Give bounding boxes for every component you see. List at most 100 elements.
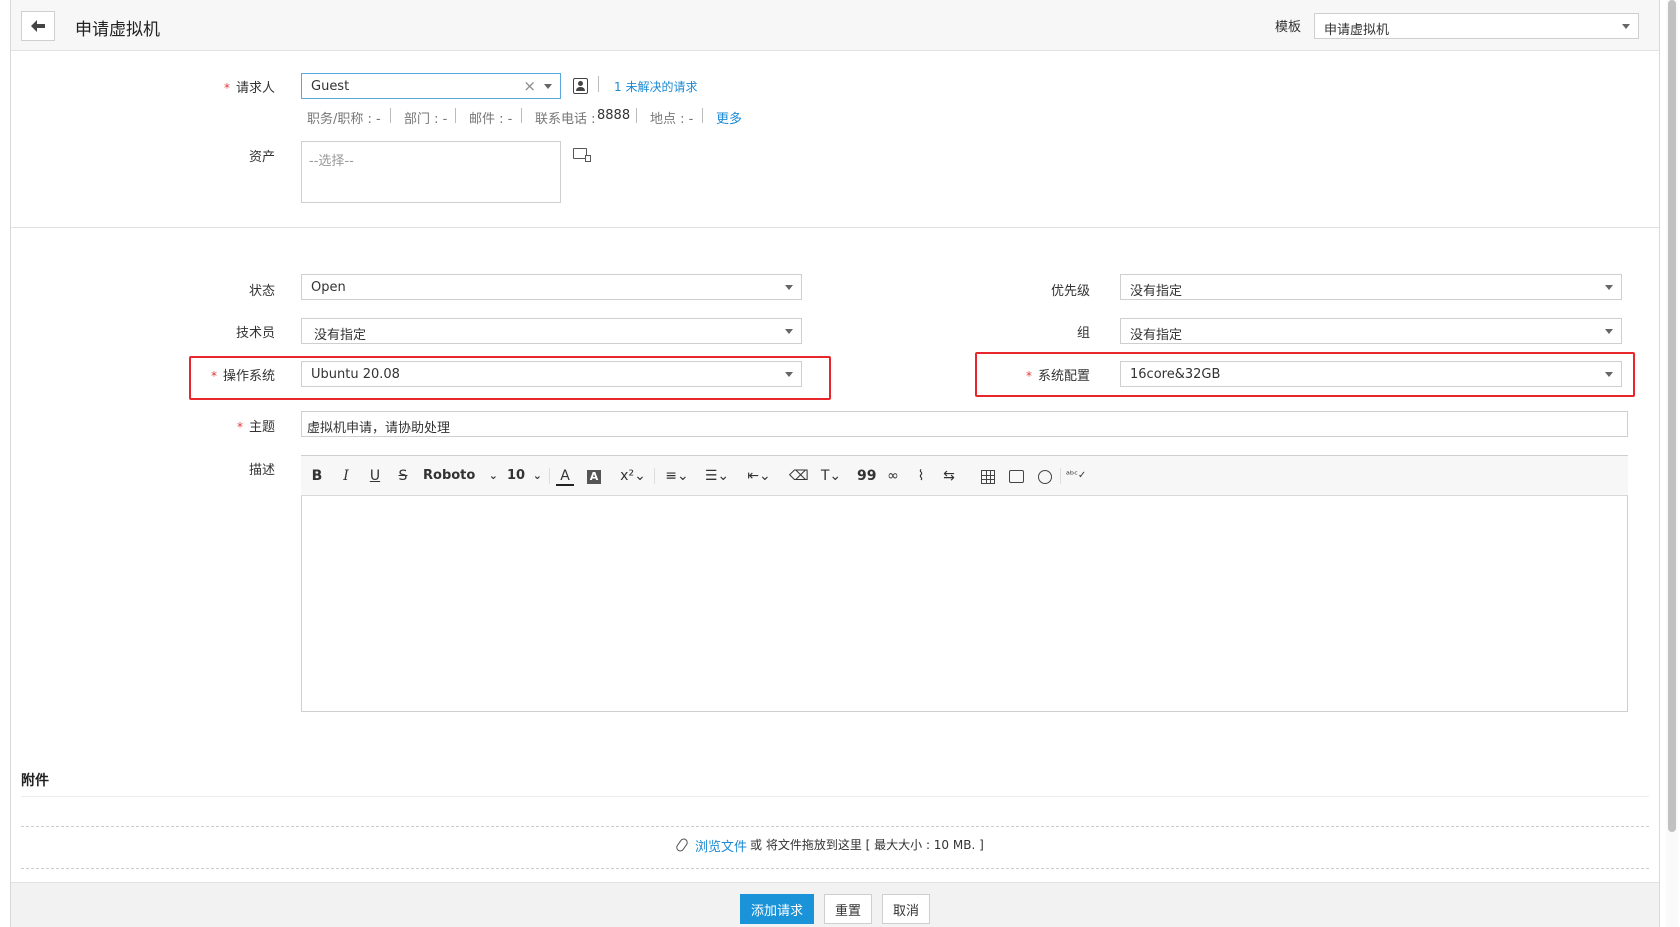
os-select[interactable]: Ubuntu 20.08 (301, 361, 802, 387)
quote-icon[interactable]: 99 (857, 466, 876, 486)
technician-value: 没有指定 (314, 328, 367, 343)
required-mark: * (1025, 369, 1032, 383)
required-mark: * (223, 81, 230, 95)
superscript-icon[interactable]: x²⌄ (616, 466, 650, 486)
chevron-down-icon (1605, 372, 1613, 377)
separator (455, 108, 456, 123)
asset-field[interactable]: --选择-- (301, 141, 561, 203)
priority-value: 没有指定 (1130, 284, 1183, 299)
status-label: 状态 (248, 284, 275, 299)
table-icon[interactable] (981, 470, 995, 484)
separator (521, 108, 522, 123)
group-label: 组 (1076, 326, 1090, 341)
separator (549, 468, 550, 484)
subject-value: 虚拟机申请，请协助处理 (307, 421, 451, 436)
meta-location: 地点 : - (650, 112, 694, 127)
font-size-select[interactable]: 10 ⌄ (504, 466, 542, 486)
spellcheck-icon[interactable]: ᵃᵇᶜ✓ (1066, 466, 1086, 486)
asset-label: 资产 (248, 150, 275, 165)
reset-button[interactable]: 重置 (824, 894, 872, 924)
chevron-down-icon (785, 285, 793, 290)
config-label: * 系统配置 (1025, 369, 1090, 384)
indent-icon[interactable]: ⇤⌄ (743, 466, 775, 486)
background-color-icon[interactable]: A (586, 466, 602, 486)
font-family-value: Roboto (423, 468, 476, 483)
contact-card-icon[interactable] (573, 78, 588, 94)
chevron-down-icon (785, 372, 793, 377)
subject-label: * 主题 (236, 420, 275, 435)
meta-dept: 部门 : - (404, 112, 448, 127)
clear-format-icon[interactable]: T⌄ (815, 466, 847, 486)
separator (636, 108, 637, 123)
meta-email: 邮件 : - (469, 112, 513, 127)
requester-value: Guest (311, 79, 350, 94)
font-family-select[interactable]: Roboto ⌄ (418, 466, 498, 486)
list-icon[interactable]: ☰⌄ (701, 466, 733, 486)
required-mark: * (210, 369, 217, 383)
link-icon[interactable]: ∞ (885, 466, 901, 486)
meta-phone-label: 联系电话 : (535, 112, 596, 127)
add-request-button[interactable]: 添加请求 (740, 894, 814, 924)
required-mark: * (236, 420, 243, 434)
requester-select[interactable]: Guest × (301, 73, 561, 99)
template-value: 申请虚拟机 (1324, 23, 1390, 38)
italic-icon[interactable]: I (338, 466, 354, 486)
chevron-down-icon: ⌄ (532, 469, 542, 482)
attachments-title: 附件 (21, 773, 49, 789)
page-title: 申请虚拟机 (75, 20, 160, 40)
config-value: 16core&32GB (1130, 367, 1221, 382)
meta-job: 职务/职称 : - (307, 112, 381, 127)
group-value: 没有指定 (1130, 328, 1183, 343)
dropzone-bottom-border (21, 868, 1649, 869)
underline-icon[interactable]: U (367, 466, 383, 486)
strikethrough-icon[interactable]: S (395, 466, 411, 486)
more-link[interactable]: 更多 (716, 108, 742, 127)
browse-files-link[interactable]: 浏览文件 (695, 836, 747, 855)
status-value: Open (311, 280, 346, 295)
priority-select[interactable]: 没有指定 (1120, 274, 1622, 300)
font-color-icon[interactable]: A (556, 466, 574, 486)
text-direction-icon[interactable]: ⇆ (941, 466, 957, 486)
os-value: Ubuntu 20.08 (311, 367, 400, 382)
editor-toolbar: B I U S Roboto ⌄ 10 ⌄ A A x²⌄ ≡⌄ ☰⌄ ⇤⌄ ⌫… (301, 456, 1628, 496)
clear-icon[interactable]: × (523, 77, 536, 95)
chevron-down-icon (1622, 24, 1630, 29)
config-select[interactable]: 16core&32GB (1120, 361, 1622, 387)
section-divider (11, 227, 1659, 228)
requester-label: * 请求人 (223, 81, 275, 96)
separator (598, 76, 599, 92)
unlink-icon[interactable]: ⌇ (913, 466, 929, 486)
template-select[interactable]: 申请虚拟机 (1314, 13, 1639, 39)
open-requests-link[interactable]: 1 未解决的请求 (614, 78, 697, 95)
os-label: * 操作系统 (210, 369, 275, 384)
cancel-button[interactable]: 取消 (882, 894, 930, 924)
chevron-down-icon (544, 84, 552, 89)
image-icon[interactable] (1009, 470, 1024, 483)
asset-placeholder: --选择-- (309, 154, 354, 169)
font-size-value: 10 (507, 468, 526, 483)
chevron-down-icon (1605, 285, 1613, 290)
separator (702, 108, 703, 123)
description-label: 描述 (248, 463, 275, 478)
subject-input[interactable]: 虚拟机申请，请协助处理 (301, 411, 1628, 437)
chevron-down-icon (785, 329, 793, 334)
technician-select[interactable]: 没有指定 (301, 318, 802, 344)
dropzone-text: 或 将文件拖放到这里 [ 最大大小 : 10 MB. ] (750, 838, 984, 852)
page: 申请虚拟机 模板 申请虚拟机 * 请求人 Guest × 1 未解决的请求 职务/… (0, 0, 1680, 927)
priority-label: 优先级 (1050, 284, 1090, 299)
scrollbar-thumb[interactable] (1668, 0, 1676, 832)
bold-icon[interactable]: B (309, 466, 325, 486)
group-select[interactable]: 没有指定 (1120, 318, 1622, 344)
status-select[interactable]: Open (301, 274, 802, 300)
separator (1060, 468, 1061, 484)
back-button[interactable] (21, 11, 55, 41)
chevron-down-icon: ⌄ (488, 469, 498, 482)
attachments-divider (21, 796, 1649, 797)
chevron-down-icon (1605, 329, 1613, 334)
align-icon[interactable]: ≡⌄ (661, 466, 693, 486)
meta-phone-value: 8888 (597, 108, 631, 123)
emoji-icon[interactable] (1038, 470, 1052, 484)
eraser-icon[interactable]: ⌫ (789, 466, 809, 486)
asset-browse-icon[interactable] (573, 148, 591, 162)
separator (654, 468, 655, 484)
